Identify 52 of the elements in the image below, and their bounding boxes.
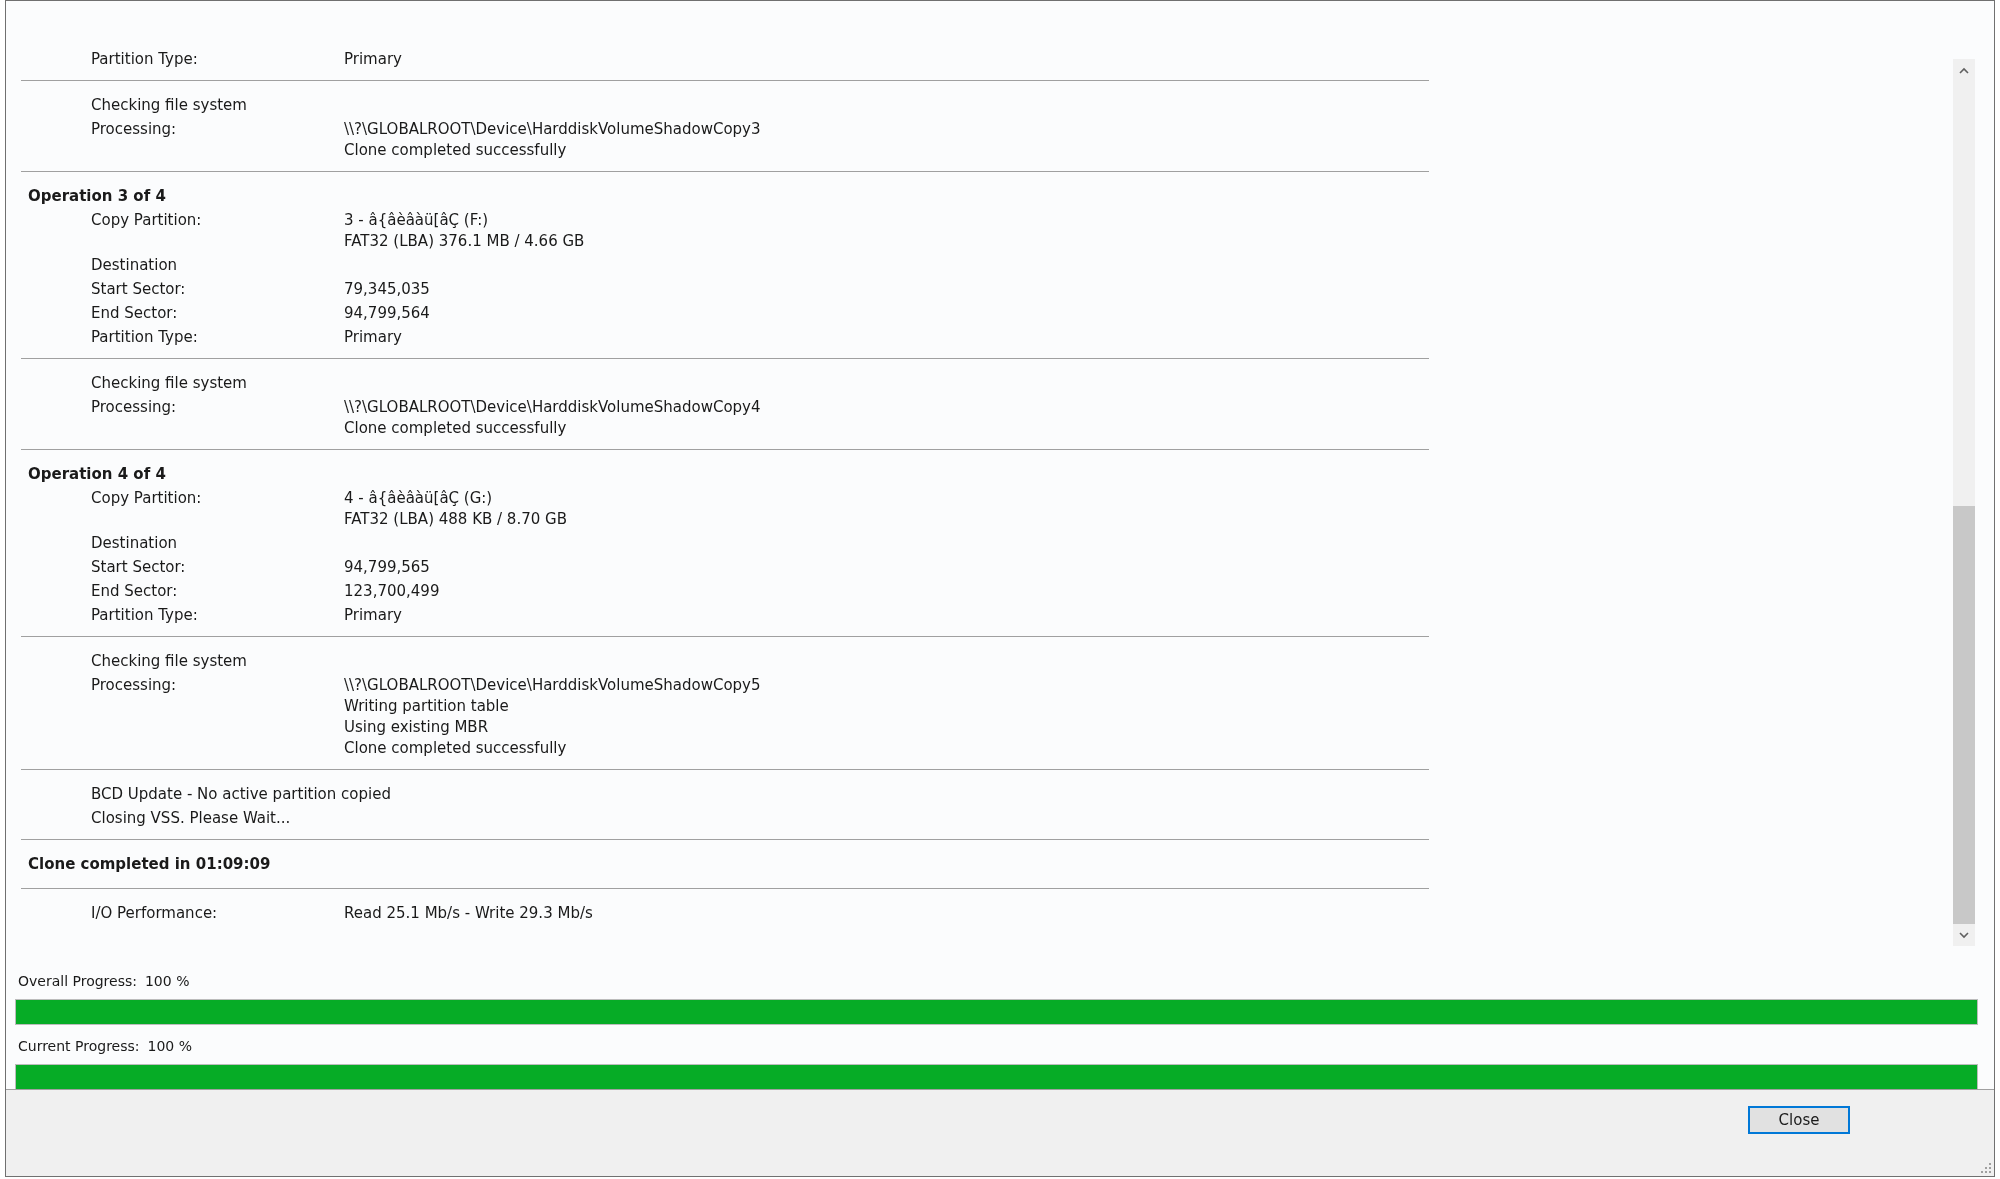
field-value: Primary [344, 327, 402, 348]
scrollbar-thumb[interactable] [1953, 506, 1975, 924]
operation-heading: Clone completed in 01:09:09 [27, 854, 271, 875]
field-label: BCD Update - No active partition copied [91, 785, 391, 803]
operation-heading: Operation 3 of 4 [27, 186, 166, 207]
field-label: Partition Type: [91, 50, 198, 68]
field-value: 123,700,499 [344, 581, 440, 602]
field-label: Checking file system [91, 374, 247, 392]
field-value: Primary [344, 605, 402, 626]
progress-label: Overall Progress: [18, 972, 137, 991]
field-value: Primary [344, 49, 402, 70]
field-label: Closing VSS. Please Wait... [91, 809, 291, 827]
operation-heading: Operation 4 of 4 [27, 464, 166, 485]
field-label: Processing: [91, 398, 177, 416]
field-value: FAT32 (LBA) 488 KB / 8.70 GB [344, 509, 567, 530]
resize-grip-icon[interactable] [1981, 1163, 1991, 1173]
field-value: \\?\GLOBALROOT\Device\HarddiskVolumeShadowCopy5 [344, 675, 761, 696]
field-value: \\?\GLOBALROOT\Device\HarddiskVolumeShadowCopy4 [344, 397, 761, 418]
field-label: Processing: [91, 120, 177, 138]
field-value: 94,799,564 [344, 303, 430, 324]
field-value: 4 - â{âèâàü[âÇ (G:) [344, 488, 493, 509]
progress-reading: 100 % [144, 972, 190, 991]
field-value: Clone completed successfully [344, 738, 567, 759]
field-label: Start Sector: [91, 558, 186, 576]
field-value: Using existing MBR [344, 717, 489, 738]
field-value: \\?\GLOBALROOT\Device\HarddiskVolumeShadowCopy3 [344, 119, 761, 140]
scroll-up-icon[interactable] [1959, 66, 1969, 74]
field-value: Writing partition table [344, 696, 509, 717]
field-label: Partition Type: [91, 328, 198, 346]
close-button[interactable]: Close [1748, 1106, 1850, 1134]
field-label: I/O Performance: [91, 904, 218, 922]
field-label: Checking file system [91, 652, 247, 670]
field-label: Copy Partition: [91, 211, 202, 229]
field-label: End Sector: [91, 582, 178, 600]
scroll-down-icon[interactable] [1959, 931, 1969, 939]
field-label: Processing: [91, 676, 177, 694]
field-value: Clone completed successfully [344, 140, 567, 161]
field-label: Destination [91, 534, 178, 552]
field-value: 94,799,565 [344, 557, 430, 578]
field-label: Checking file system [91, 96, 247, 114]
field-label: Start Sector: [91, 280, 186, 298]
field-value: Clone completed successfully [344, 418, 567, 439]
field-value: 3 - â{âèâàü[âÇ (F:) [344, 210, 489, 231]
field-label: Partition Type: [91, 606, 198, 624]
field-value: FAT32 (LBA) 376.1 MB / 4.66 GB [344, 231, 585, 252]
field-value: 79,345,035 [344, 279, 430, 300]
progress-label: Current Progress: [18, 1037, 140, 1056]
field-label: Destination [91, 256, 178, 274]
field-value: Read 25.1 Mb/s - Write 29.3 Mb/s [344, 903, 593, 924]
field-label: End Sector: [91, 304, 178, 322]
field-label: Copy Partition: [91, 489, 202, 507]
progress-reading: 100 % [147, 1037, 192, 1056]
